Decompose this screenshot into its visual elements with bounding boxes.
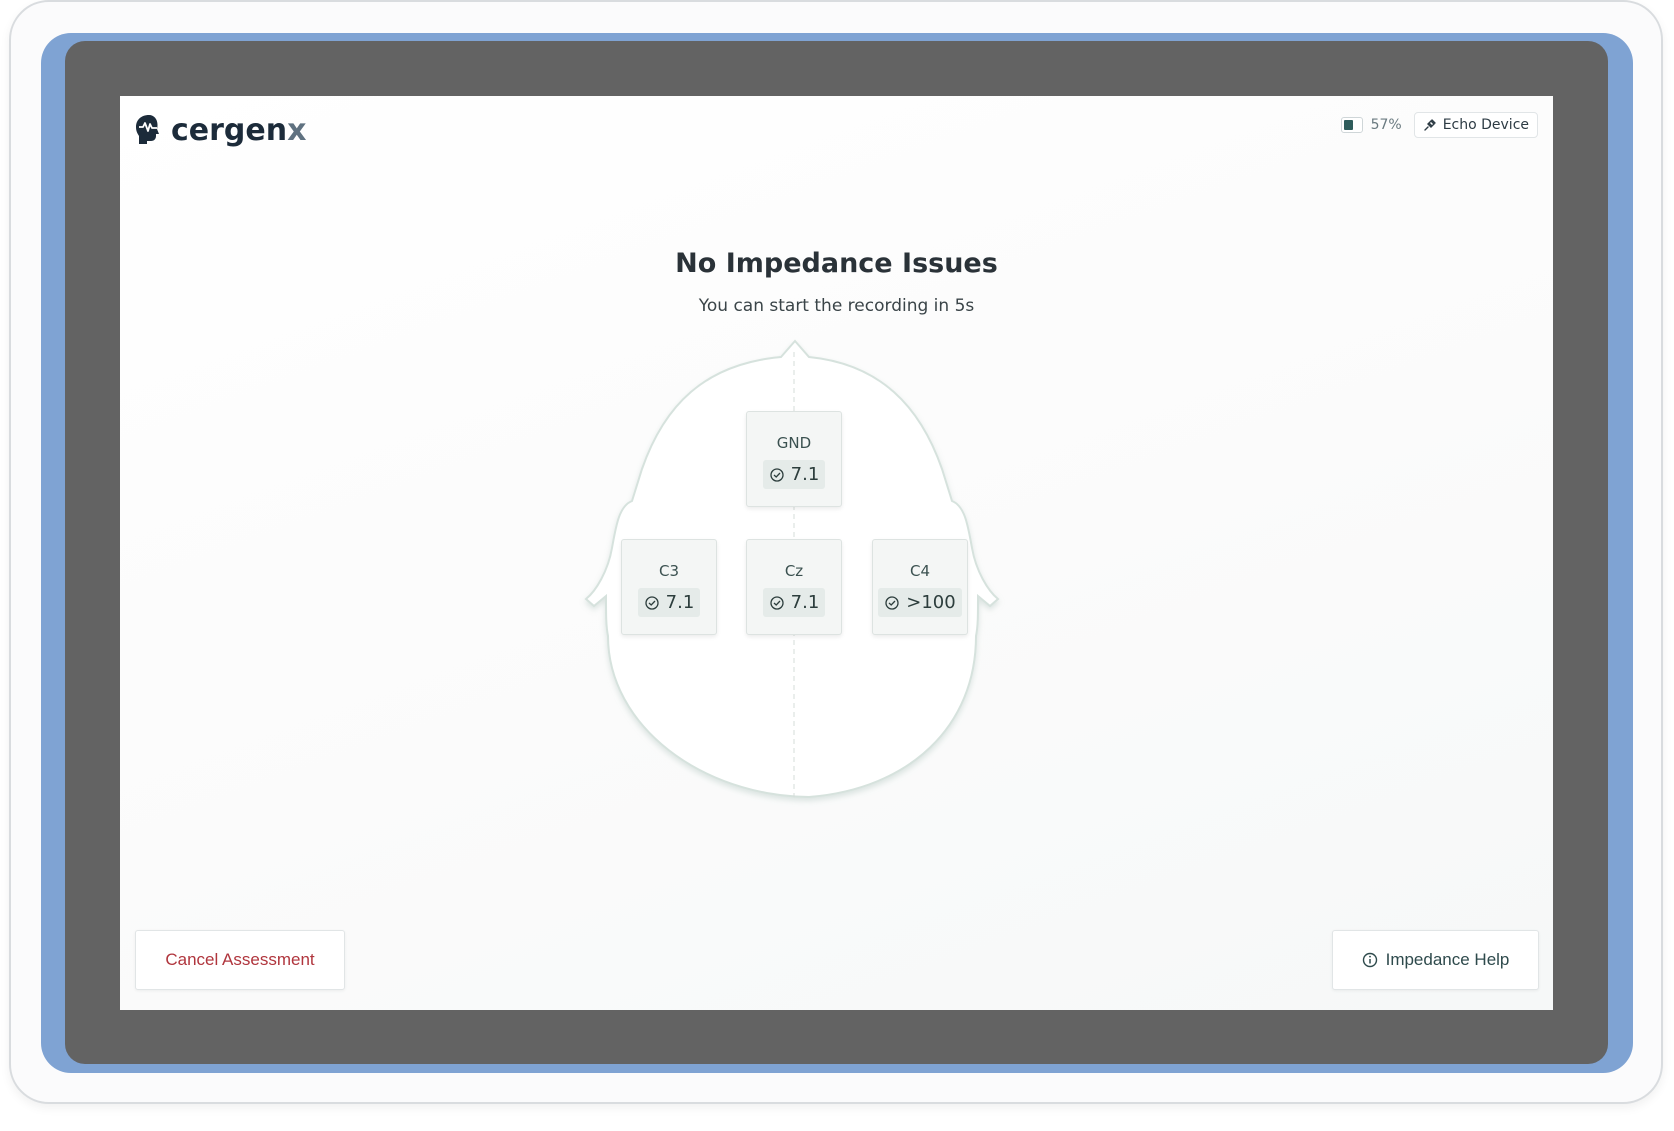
- page-title: No Impedance Issues: [675, 248, 998, 279]
- battery-icon: [1340, 117, 1363, 133]
- impedance-value: 7.1: [637, 588, 701, 617]
- device-name: Echo Device: [1442, 117, 1529, 133]
- device-connection-badge[interactable]: Echo Device: [1413, 112, 1538, 138]
- impedance-value: >100: [878, 588, 962, 617]
- app-screen: cergenx 57% Echo Device No Impedance Iss…: [120, 96, 1553, 1010]
- electrode-label: C3: [658, 562, 680, 580]
- device-status: 57% Echo Device: [1340, 112, 1538, 138]
- brand-logo: cergenx: [135, 110, 306, 150]
- check-circle-icon: [645, 595, 659, 610]
- impedance-value: 7.1: [762, 460, 826, 489]
- check-circle-icon: [770, 467, 784, 482]
- recording-countdown: You can start the recording in 5s: [698, 296, 975, 316]
- link-icon: [1423, 119, 1436, 131]
- electrode-label: GND: [776, 434, 812, 452]
- electrode-label: C4: [909, 562, 931, 580]
- impedance-help-button[interactable]: Impedance Help: [1332, 930, 1539, 990]
- battery-percent: 57%: [1370, 117, 1402, 133]
- battery-level: [1343, 120, 1353, 130]
- check-circle-icon: [885, 595, 899, 610]
- electrode-c3[interactable]: C3 7.1: [621, 539, 717, 635]
- electrode-c4[interactable]: C4 >100: [872, 539, 968, 635]
- electrode-label: Cz: [784, 562, 804, 580]
- electrode-cz[interactable]: Cz 7.1: [746, 539, 842, 635]
- head-logo-icon: [136, 115, 159, 144]
- impedance-help-label: Impedance Help: [1385, 950, 1510, 969]
- cancel-assessment-button[interactable]: Cancel Assessment: [135, 930, 345, 990]
- impedance-value: 7.1: [762, 588, 826, 617]
- brand-wordmark: cergenx: [171, 112, 307, 148]
- info-icon: [1362, 952, 1377, 968]
- electrode-gnd[interactable]: GND 7.1: [746, 411, 842, 507]
- check-circle-icon: [770, 595, 784, 610]
